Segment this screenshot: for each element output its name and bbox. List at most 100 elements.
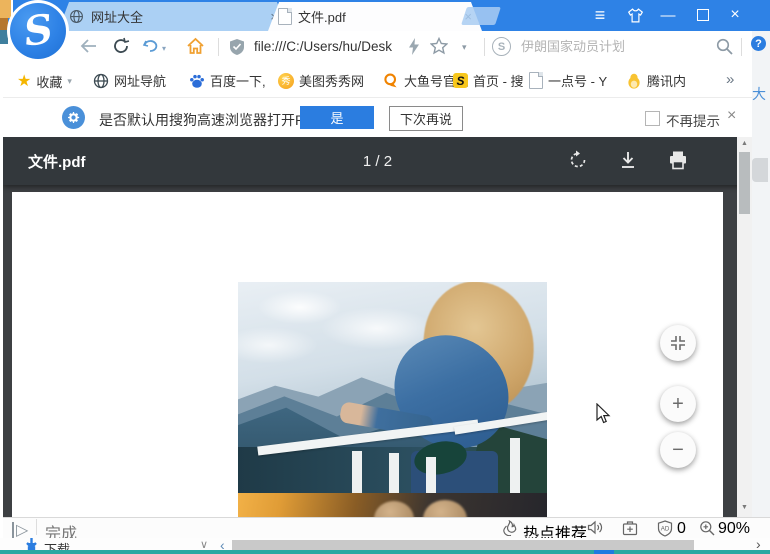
divider: [741, 38, 742, 56]
baidu-paw-icon: [188, 72, 205, 89]
side-panel-handle[interactable]: [752, 158, 768, 182]
zoom-level[interactable]: 90%: [718, 520, 750, 538]
new-tab-button[interactable]: [461, 7, 501, 25]
search-box[interactable]: S: [492, 37, 708, 56]
sogou-s-glyph: S: [20, 5, 56, 56]
bookmark-baidu[interactable]: 百度一下,: [188, 71, 266, 90]
photo-head: [423, 500, 467, 517]
address-caret-icon[interactable]: ▾: [462, 42, 467, 53]
sogou-logo-ball: S: [10, 3, 66, 59]
search-input[interactable]: [519, 38, 708, 55]
ad-block-icon[interactable]: AD: [657, 519, 674, 537]
bookmark-favorites[interactable]: ★ 收藏 ▾: [17, 71, 72, 91]
notification-close-icon[interactable]: ×: [727, 107, 736, 125]
photo-head: [373, 501, 415, 517]
fit-page-button[interactable]: [660, 325, 696, 361]
favorite-star-icon[interactable]: [430, 37, 448, 55]
tab-bar: 网址大全 × 文件.pdf × ≡ — ×: [0, 0, 770, 31]
speaker-icon[interactable]: [587, 520, 604, 536]
menu-button[interactable]: ≡: [590, 5, 610, 25]
scrollbar[interactable]: ▲ ▼: [737, 137, 752, 517]
dont-remind-label: 不再提示: [666, 114, 720, 129]
reader-play-icon[interactable]: ▷: [12, 520, 29, 540]
tab-label: 文件.pdf: [298, 10, 346, 25]
document-icon: [278, 8, 292, 25]
bookmark-site-nav[interactable]: 网址导航: [92, 71, 166, 90]
bookmark-yidianhao[interactable]: 一点号 - Y: [529, 71, 607, 90]
lightning-icon[interactable]: [408, 38, 420, 55]
zoom-out-button[interactable]: −: [660, 432, 696, 468]
skin-tshirt-icon[interactable]: [624, 6, 646, 24]
dont-remind-checkbox[interactable]: [645, 111, 660, 126]
pdf-photo-woman: [238, 282, 547, 493]
mouse-cursor: [596, 402, 612, 430]
bookmark-label: 美图秀秀网: [299, 74, 365, 89]
fish-icon: [382, 72, 399, 89]
scrollbar-thumb[interactable]: [739, 152, 750, 214]
download-icon[interactable]: [617, 149, 641, 173]
scroll-up-icon[interactable]: ▲: [737, 140, 752, 147]
maximize-icon: [697, 9, 709, 21]
url-text[interactable]: file:///C:/Users/hu/Desk: [254, 39, 392, 54]
bookmark-label: 首页 - 搜: [473, 74, 524, 89]
help-icon[interactable]: ?: [751, 36, 766, 51]
photo-railing-post: [389, 452, 400, 493]
bookmark-label: 一点号 - Y: [548, 74, 608, 89]
bookmark-tencent[interactable]: 腾讯内: [625, 71, 686, 90]
globe-icon: [68, 8, 85, 25]
bookmark-label: 网址导航: [114, 74, 167, 89]
bookmark-label: 收藏: [36, 74, 63, 90]
pdf-viewer: 文件.pdf 1 / 2 + − ▲ ▼: [3, 137, 752, 517]
star-icon: ★: [17, 73, 32, 90]
bookmark-sogou-home[interactable]: S 首页 - 搜: [453, 71, 524, 90]
pdf-photo-second: [238, 493, 547, 517]
rotate-icon[interactable]: [567, 149, 591, 173]
pdf-toolbar: 文件.pdf 1 / 2: [3, 137, 752, 185]
refresh-icon[interactable]: [112, 37, 130, 55]
meitu-icon: 秀: [278, 72, 294, 89]
photo-railing-post: [426, 457, 437, 493]
browser-window: 网址大全 × 文件.pdf × ≡ — × S ▾: [0, 0, 770, 554]
zoom-in-button[interactable]: +: [660, 386, 696, 422]
flame-icon[interactable]: [502, 519, 519, 536]
later-button[interactable]: 下次再说: [389, 106, 463, 131]
sogou-search-icon: S: [492, 37, 511, 56]
photo-railing-post: [509, 438, 520, 493]
back-icon[interactable]: [80, 38, 98, 54]
sogou-s-icon: S: [453, 73, 468, 88]
search-magnifier-icon[interactable]: [716, 38, 733, 55]
document-icon: [529, 72, 543, 89]
toolbox-icon[interactable]: [622, 520, 639, 536]
bookmark-label: 腾讯内: [647, 74, 687, 89]
gear-icon: [62, 106, 85, 129]
globe-icon: [92, 72, 109, 89]
print-icon[interactable]: [667, 149, 691, 173]
shield-icon[interactable]: [229, 38, 245, 56]
side-panel-label[interactable]: 大: [752, 84, 766, 104]
ad-count: 0: [677, 520, 686, 537]
caret-down-icon: ▾: [67, 75, 72, 86]
desktop-edge: [0, 550, 770, 554]
maximize-button[interactable]: [694, 6, 712, 24]
yes-button[interactable]: 是: [300, 106, 374, 129]
minimize-button[interactable]: —: [659, 6, 677, 24]
desktop-edge-accent: [594, 550, 614, 554]
divider: [484, 38, 485, 56]
bookmarks-overflow-icon[interactable]: »: [726, 71, 734, 88]
close-window-button[interactable]: ×: [726, 6, 744, 24]
undo-caret-icon[interactable]: ▾: [162, 44, 166, 53]
bookmark-label: 百度一下,: [210, 74, 266, 89]
zoom-magnifier-icon[interactable]: [699, 520, 716, 536]
tab-label: 网址大全: [91, 10, 144, 25]
status-bar: [3, 517, 770, 538]
home-icon[interactable]: [186, 37, 205, 55]
tab-pdf[interactable]: 文件.pdf ×: [268, 2, 482, 31]
divider: [36, 519, 37, 535]
penguin-icon: [625, 72, 642, 89]
scroll-down-icon[interactable]: ▼: [737, 504, 752, 511]
undo-icon[interactable]: [142, 38, 160, 54]
svg-text:AD: AD: [661, 525, 670, 532]
divider: [218, 38, 219, 56]
bookmark-meitu[interactable]: 秀 美图秀秀网: [278, 71, 364, 90]
tab-site-nav[interactable]: 网址大全 ×: [58, 2, 288, 31]
